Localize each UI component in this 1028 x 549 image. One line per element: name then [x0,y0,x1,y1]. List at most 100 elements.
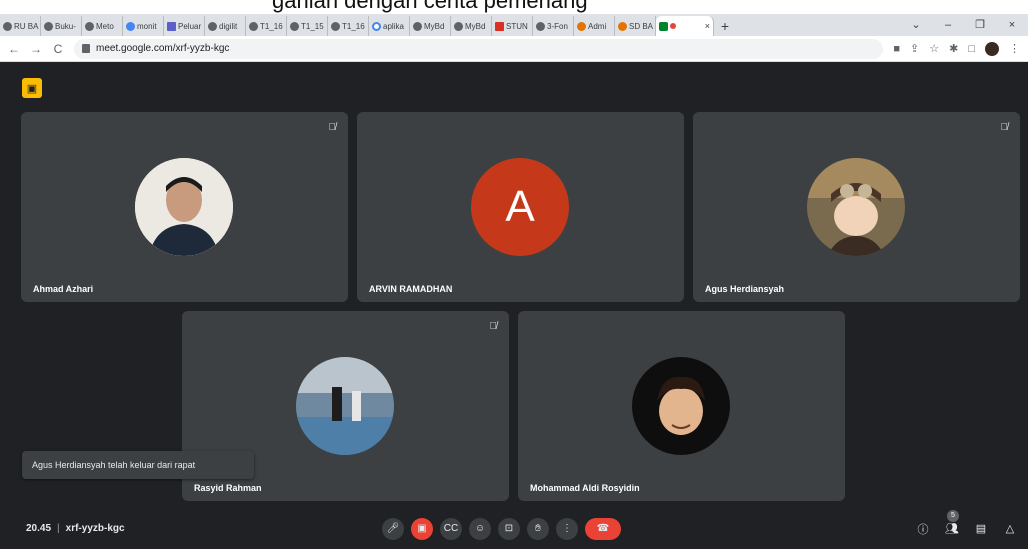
present-button[interactable]: ⊡ [498,517,520,540]
side-panel-icon[interactable]: □ [968,43,975,55]
browser-tab[interactable]: aplika [369,16,410,36]
tab-favicon-icon [44,21,53,31]
people-icon: 👥︎ [945,523,959,535]
captions-icon: CC [443,523,459,534]
futsal-photo-icon [296,357,394,455]
browser-tab[interactable]: MyBd [410,16,451,36]
browser-tab[interactable]: 3-Fon [533,16,574,36]
person-photo-icon [135,158,233,256]
activities-button[interactable]: △ [1002,521,1018,537]
address-bar-icons: ■ ⇪ ☆ ✱ □ ⋮ [893,41,1020,56]
more-vert-icon: ⋮ [562,523,572,534]
browser-tab[interactable]: RU BA [0,16,41,36]
window-controls: ⌄ – ❐ × [900,14,1028,36]
participant-avatar [632,357,730,455]
url-field[interactable]: meet.google.com/xrf-yyzb-kgc [74,38,884,59]
side-controls: ⓘ 5 👥︎ ▤ △ [915,509,1018,537]
emoji-icon: ☺ [474,523,486,534]
meeting-code: xrf-yyzb-kgc [65,523,125,534]
tab-favicon-icon [126,21,135,31]
browser-tab[interactable]: MyBd [451,16,492,36]
participant-name: Mohammad Aldi Rosyidin [530,483,640,493]
mic-off-icon: 🎙̸ [1000,122,1009,133]
participant-avatar [807,158,905,256]
browser-tab[interactable]: Meto [82,16,123,36]
browser-tab[interactable]: T1_16 [246,16,287,36]
camera-in-use-icon[interactable]: ■ [893,43,900,55]
browser-tab-strip: RU BA Buku- Meto monit Peluar digilit T1… [0,14,1028,36]
anime-avatar-icon [807,158,905,256]
tab-favicon-icon [208,21,217,31]
chat-icon: ▤ [975,523,987,535]
chat-button[interactable]: ▤ [973,521,989,537]
participant-tile: 🎙̸ Ahmad Azhari [21,112,348,302]
tab-search-icon[interactable]: ⌄ [900,14,932,36]
microphone-icon: 🎤︎ [386,523,400,534]
lock-icon [82,44,90,53]
browser-tab[interactable]: T1_15 [287,16,328,36]
browser-tab[interactable]: STUN [492,16,533,36]
call-controls: 🎤︎ ▣ CC ☺ ⊡ ✋︎ ⋮ ☎︎ [382,517,621,540]
tab-favicon-icon [167,21,176,31]
leave-call-button[interactable]: ☎︎ [585,517,621,540]
bookmark-star-icon[interactable]: ☆ [929,42,939,55]
close-tab-icon[interactable]: × [705,21,710,31]
tab-favicon-icon [249,21,258,31]
meet-stage: ▣ 🎙̸ Ahmad Azhari A ARVIN RAMADHAN 🎙̸ Ag… [0,62,1028,549]
profile-avatar[interactable] [985,41,999,56]
tab-favicon-icon [3,21,12,31]
browser-tab[interactable]: SD BA [615,16,656,36]
browser-tab[interactable]: Admi [574,16,615,36]
tab-favicon-icon [331,21,340,31]
present-screen-icon: ⊡ [504,523,514,534]
back-arrow-icon[interactable]: ← [8,42,20,56]
participant-tile: Mohammad Aldi Rosyidin [518,311,845,501]
extensions-icon[interactable]: ✱ [949,42,958,55]
participant-avatar: A [471,158,569,256]
tab-favicon-icon [85,21,94,31]
tab-favicon-icon [618,21,627,31]
participant-name: Agus Herdiansyah [705,284,785,294]
camera-off-icon[interactable]: ▣ [22,78,42,98]
share-icon[interactable]: ⇪ [910,42,919,55]
google-icon [372,21,381,31]
recording-dot-icon [670,23,676,29]
meeting-details-button[interactable]: ⓘ [915,521,931,537]
reload-icon[interactable]: C [52,42,64,56]
tab-favicon-icon [413,21,422,31]
browser-tab[interactable]: digilit [205,16,246,36]
captions-button[interactable]: CC [440,517,462,540]
participant-avatar [135,158,233,256]
microphone-button[interactable]: 🎤︎ [382,517,404,540]
hang-up-icon: ☎︎ [596,523,610,534]
forward-arrow-icon[interactable]: → [30,42,42,56]
participant-tile: A ARVIN RAMADHAN [357,112,684,302]
hand-icon: ✋︎ [535,523,541,534]
tab-favicon-icon [454,21,463,31]
browser-tab-active[interactable]: × [656,16,714,36]
new-tab-button[interactable]: + [714,16,736,36]
google-meet-icon [659,21,668,31]
memoji-avatar-icon [632,357,730,455]
more-options-button[interactable]: ⋮ [556,517,578,540]
reactions-button[interactable]: ☺ [469,517,491,540]
notification-toast: Agus Herdiansyah telah keluar dari rapat [22,451,254,479]
raise-hand-button[interactable]: ✋︎ [527,517,549,540]
close-window-button[interactable]: × [996,14,1028,36]
people-button[interactable]: 5 👥︎ [944,509,960,537]
camera-toggle-button[interactable]: ▣ [411,517,433,540]
mic-off-icon: 🎙̸ [489,321,498,332]
camera-off-icon: ▣ [417,523,427,534]
browser-tab[interactable]: Buku- [41,16,82,36]
activities-icon: △ [1005,523,1015,535]
browser-tab[interactable]: monit [123,16,164,36]
caption-text: ganlah dengan cerita pemenang [272,0,588,13]
menu-kebab-icon[interactable]: ⋮ [1009,42,1020,55]
participant-avatar [296,357,394,455]
browser-tab[interactable]: T1_16 [328,16,369,36]
participant-name: Rasyid Rahman [194,483,262,493]
minimize-button[interactable]: – [932,14,964,36]
restore-button[interactable]: ❐ [964,14,996,36]
browser-tab[interactable]: Peluar [164,16,205,36]
tab-favicon-icon [577,21,586,31]
